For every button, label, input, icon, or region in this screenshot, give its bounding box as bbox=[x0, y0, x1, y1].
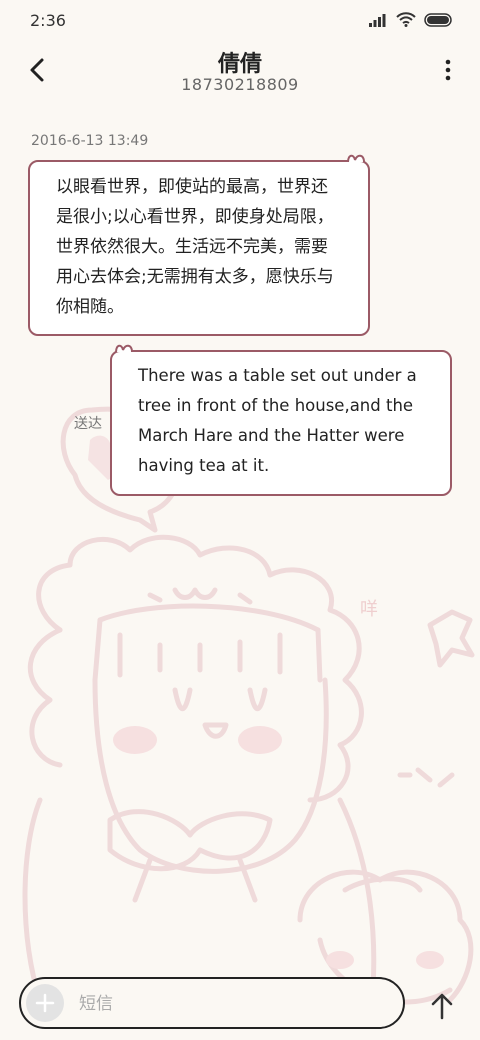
message-composer bbox=[19, 977, 405, 1029]
send-arrow-icon[interactable] bbox=[426, 990, 458, 1022]
status-bar: 2:36 bbox=[0, 0, 480, 44]
battery-icon bbox=[424, 12, 452, 27]
outgoing-message-bubble[interactable]: There was a table set out under a tree i… bbox=[110, 350, 452, 496]
signal-icon bbox=[369, 13, 386, 27]
status-time: 2:36 bbox=[30, 11, 66, 30]
contact-name: 倩倩 bbox=[217, 52, 262, 77]
incoming-message-bubble[interactable]: 以眼看世界，即使站的最高，世界还是很小;以心看世界，即使身处局限，世界依然很大。… bbox=[28, 160, 370, 336]
message-input[interactable] bbox=[77, 985, 391, 1023]
conversation-header: 倩倩 18730218809 bbox=[0, 44, 480, 108]
background-art-text: 咩 bbox=[360, 599, 378, 620]
add-attachment-button[interactable] bbox=[26, 984, 64, 1022]
bubble-ear-icon bbox=[347, 154, 365, 163]
message-timestamp: 2016-6-13 13:49 bbox=[31, 133, 149, 149]
wifi-icon bbox=[396, 12, 416, 27]
plus-icon bbox=[35, 993, 55, 1013]
more-options-icon[interactable] bbox=[438, 56, 458, 84]
contact-number: 18730218809 bbox=[181, 75, 299, 94]
delivery-status: 送达 bbox=[74, 416, 102, 432]
status-icons bbox=[368, 12, 454, 27]
outgoing-message-text: There was a table set out under a tree i… bbox=[138, 366, 417, 475]
incoming-message-text: 以眼看世界，即使站的最高，世界还是很小;以心看世界，即使身处局限，世界依然很大。… bbox=[56, 177, 334, 317]
bubble-ear-icon bbox=[115, 344, 133, 353]
